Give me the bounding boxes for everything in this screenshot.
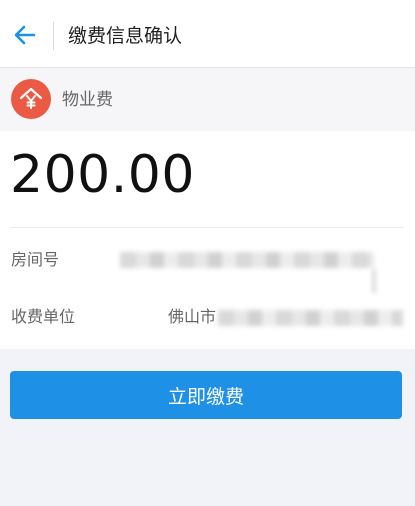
divider bbox=[10, 227, 404, 228]
yuan-house-icon bbox=[11, 79, 51, 119]
room-number-label: 房间号 bbox=[11, 250, 60, 269]
pay-now-button[interactable]: 立即缴费 bbox=[10, 371, 402, 419]
room-number-redacted-2 bbox=[372, 269, 376, 293]
payment-card: 物业费 200.00 房间号 收费单位 佛山市 bbox=[0, 69, 415, 349]
arrow-left-icon bbox=[14, 25, 36, 45]
amount-value: 200.00 bbox=[10, 145, 195, 205]
header-bar: 缴费信息确认 bbox=[0, 0, 415, 68]
room-number-redacted bbox=[120, 252, 374, 268]
header-divider bbox=[53, 22, 54, 50]
payee-value: 佛山市 bbox=[168, 307, 217, 326]
fee-type-label: 物业费 bbox=[62, 90, 113, 110]
payee-label: 收费单位 bbox=[11, 307, 76, 326]
payee-redacted bbox=[218, 310, 403, 326]
fee-type-row: 物业费 bbox=[0, 69, 415, 131]
page-title: 缴费信息确认 bbox=[68, 25, 183, 47]
back-button[interactable] bbox=[4, 14, 46, 56]
